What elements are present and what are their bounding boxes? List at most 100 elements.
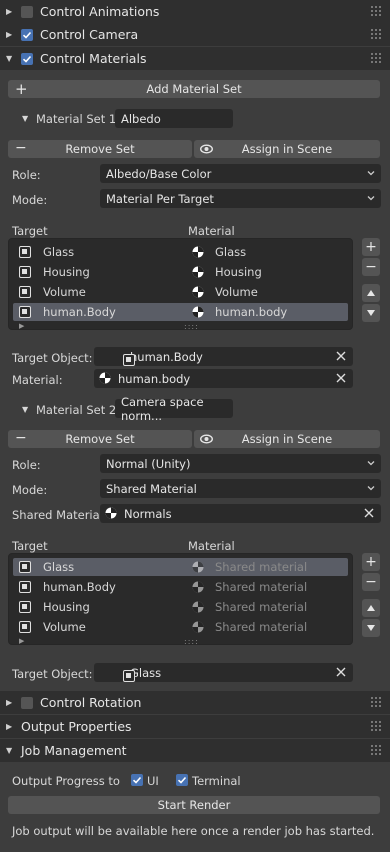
arrow-up-icon [367,290,375,296]
filter-toggle-icon[interactable]: ▶ [19,637,24,645]
material-set-2-name-field[interactable]: Camera space norm... [115,395,233,423]
list-item[interactable]: Volume Shared material [13,618,348,636]
material-name: Housing [215,265,262,279]
list-item[interactable]: Housing Housing [13,263,348,281]
collapse-icon[interactable]: ▼ [22,114,28,123]
collapse-icon[interactable]: ▼ [22,405,28,414]
expand-icon[interactable]: ▶ [6,722,16,731]
remove-set-button[interactable]: − Remove Set [8,140,192,158]
clear-icon[interactable] [335,372,347,384]
object-icon [19,286,31,298]
material-set-2-label: Material Set 2 [36,403,117,417]
panel-control-camera[interactable]: ▶ Control Camera [0,23,390,46]
panel-output-properties[interactable]: ▶ Output Properties [0,715,390,738]
drag-handle-icon[interactable] [370,28,382,40]
object-icon [19,601,31,613]
clear-icon[interactable] [335,666,347,678]
panel-control-animations[interactable]: ▶ Control Animations [0,0,390,23]
assign-in-scene-label: Assign in Scene [241,432,333,446]
move-down-button[interactable] [362,619,380,637]
target-name: Volume [43,620,86,634]
control-materials-checkbox[interactable] [21,52,33,65]
object-icon [123,669,135,682]
object-icon [19,561,31,573]
material-field[interactable]: human.body [94,369,353,388]
remove-set-button[interactable]: − Remove Set [8,430,192,448]
ui-checkbox[interactable] [131,774,143,786]
mode-dropdown[interactable]: Material Per Target [100,189,381,208]
material-icon [192,601,204,613]
clear-icon[interactable] [335,350,347,362]
remove-item-button[interactable]: − [362,573,380,591]
add-material-set-button[interactable]: + Add Material Set [8,80,380,98]
panel-control-materials[interactable]: ▼ Control Materials [0,47,390,70]
role-value: Normal (Unity) [106,456,191,471]
shared-material-field[interactable]: Normals [100,504,381,523]
material-icon [192,266,204,278]
clear-icon[interactable] [363,507,375,519]
target-object-label: Target Object: [12,351,93,365]
target-name: Housing [43,265,90,279]
move-up-button[interactable] [362,599,380,617]
material-name: human.body [215,305,288,319]
target-object-field[interactable]: Glass [94,663,353,682]
panel-control-rotation[interactable]: ▶ Control Rotation [0,691,390,714]
mode-label: Mode: [12,483,48,497]
object-icon [123,353,135,366]
drag-handle-icon[interactable] [370,720,382,732]
drag-handle-icon[interactable] [370,5,382,17]
list-item-selected[interactable]: Glass Shared material [13,558,348,576]
minus-icon: − [15,140,27,156]
remove-item-button[interactable]: − [362,258,380,276]
add-item-button[interactable]: + [362,238,380,256]
expand-icon[interactable]: ▶ [6,30,16,39]
material-name: Glass [215,245,247,259]
control-camera-checkbox[interactable] [21,28,33,41]
material-icon [192,581,204,593]
panel-job-management[interactable]: ▼ Job Management [0,739,390,762]
material-icon [192,286,204,298]
job-info-text: Job output will be available here once a… [12,824,375,838]
drag-handle-icon[interactable] [370,696,382,708]
target-column-header: Target [12,539,48,553]
move-down-button[interactable] [362,304,380,322]
control-animations-checkbox[interactable] [21,5,33,18]
target-object-field[interactable]: human.Body [94,347,353,366]
target-name: Glass [43,560,75,574]
material-icon [192,621,204,633]
terminal-checkbox[interactable] [176,774,188,786]
ui-checkbox-label: UI [147,774,159,788]
list-resize-handle[interactable]: :::: [184,322,199,331]
role-dropdown[interactable]: Normal (Unity) [100,454,381,473]
role-dropdown[interactable]: Albedo/Base Color [100,164,381,183]
list-item[interactable]: human.Body Shared material [13,578,348,596]
control-rotation-checkbox[interactable] [21,696,33,709]
arrow-down-icon [367,625,375,631]
mode-dropdown[interactable]: Shared Material [100,479,381,498]
panel-title: Control Rotation [40,695,142,710]
material-icon [192,561,204,573]
add-item-button[interactable]: + [362,553,380,571]
list-item[interactable]: Glass Glass [13,243,348,261]
material-set-1-name-field[interactable]: Albedo [115,109,233,128]
drag-handle-icon[interactable] [370,744,382,756]
material-icon [99,372,111,384]
start-render-button[interactable]: Start Render [8,796,380,814]
chevron-down-icon [367,486,375,491]
expand-icon[interactable]: ▶ [6,698,16,707]
list-item[interactable]: Housing Shared material [13,598,348,616]
collapse-icon[interactable]: ▼ [6,746,16,755]
assign-in-scene-button[interactable]: Assign in Scene [194,140,380,158]
drag-handle-icon[interactable] [370,52,382,64]
assign-in-scene-button[interactable]: Assign in Scene [194,430,380,448]
eye-icon [200,434,213,444]
list-item-selected[interactable]: human.Body human.body [13,303,348,321]
object-icon [19,581,31,593]
move-up-button[interactable] [362,284,380,302]
collapse-icon[interactable]: ▼ [6,54,16,63]
list-resize-handle[interactable]: :::: [184,637,199,646]
target-name: Volume [43,285,86,299]
list-item[interactable]: Volume Volume [13,283,348,301]
expand-icon[interactable]: ▶ [6,7,16,16]
filter-toggle-icon[interactable]: ▶ [19,322,24,330]
